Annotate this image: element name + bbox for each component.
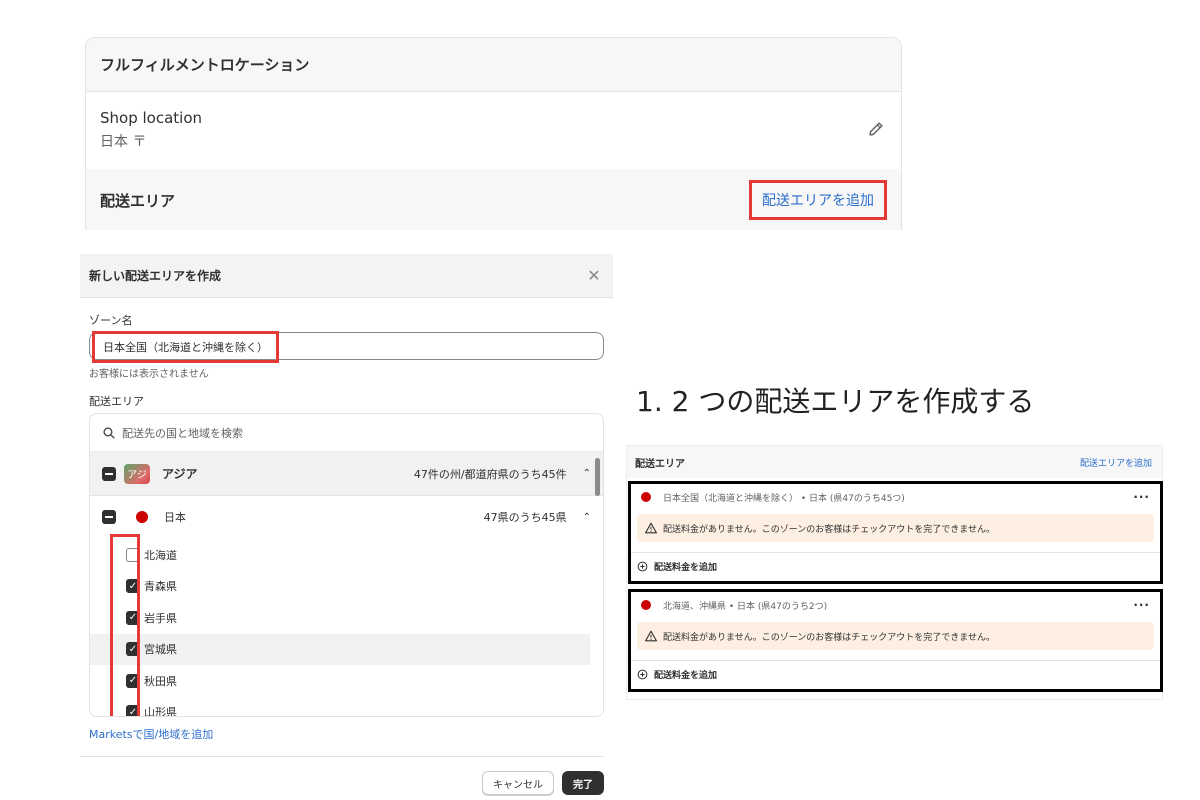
shipping-area-label: 配送エリア xyxy=(89,395,144,408)
close-icon[interactable]: ✕ xyxy=(585,266,603,285)
zone-name: 北海道、沖縄県 • 日本 (県47のうち2つ) xyxy=(663,601,828,612)
zone-card-header: 北海道、沖縄県 • 日本 (県47のうち2つ) ··· xyxy=(631,592,1160,618)
chevron-up-icon[interactable]: ⌃ xyxy=(583,512,591,523)
warning-icon xyxy=(645,630,657,642)
prefecture-name: 秋田県 xyxy=(144,674,177,688)
region-count: 47件の州/都道府県のうち45件 xyxy=(413,467,567,481)
add-rate-button[interactable]: 配送料金を追加 xyxy=(631,661,1160,688)
zone-name-value[interactable]: 日本全国（北海道と沖縄を除く） xyxy=(92,331,279,363)
prefecture-name: 岩手県 xyxy=(144,611,177,625)
warning-text: 配送料金がありません。このゾーンのお客様はチェックアウトを完了できません。 xyxy=(663,632,996,643)
panel-header: フルフィルメントロケーション xyxy=(86,38,901,92)
shop-location-row: Shop location 日本 〒 xyxy=(86,92,901,168)
warning-banner: 配送料金がありません。このゾーンのお客様はチェックアウトを完了できません。 xyxy=(637,514,1154,542)
search-placeholder: 配送先の国と地域を検索 xyxy=(122,426,243,440)
checkbox-icon[interactable]: ✓ xyxy=(126,642,140,657)
region-row-asia[interactable]: アジ アジア 47件の州/都道府県のうち45件 ⌃ xyxy=(90,452,603,496)
step-caption: 1. 2 つの配送エリアを作成する xyxy=(636,385,1035,418)
zone-card: 北海道、沖縄県 • 日本 (県47のうち2つ) ··· 配送料金がありません。こ… xyxy=(628,589,1163,692)
prefecture-name: 青森県 xyxy=(144,580,177,594)
add-rate-label: 配送料金を追加 xyxy=(654,671,718,681)
create-zone-modal: 新しい配送エリアを作成 ✕ ゾーン名 日本全国（北海道と沖縄を除く） お客様には… xyxy=(80,254,613,800)
list-item[interactable]: ✓ 秋田県 xyxy=(90,665,602,697)
checkbox-icon[interactable] xyxy=(126,547,140,562)
modal-title: 新しい配送エリアを作成 xyxy=(89,269,222,283)
result-header: 配送エリア 配送エリアを追加 xyxy=(627,446,1162,478)
list-item[interactable]: ✓ 山形県 xyxy=(90,697,602,717)
zone-section-title: 配送エリア xyxy=(100,191,176,210)
chevron-up-icon[interactable]: ⌃ xyxy=(583,468,591,479)
list-item[interactable]: ✓ 青森県 xyxy=(90,571,602,603)
checkbox-icon[interactable]: ✓ xyxy=(126,610,140,625)
pencil-icon[interactable] xyxy=(867,120,885,138)
checkbox-icon[interactable]: ✓ xyxy=(126,705,140,716)
list-item[interactable]: ✓ 宮城県 xyxy=(90,633,590,665)
shipping-zone-row: 配送エリア 配送エリアを追加 xyxy=(86,169,901,230)
done-button[interactable]: 完了 xyxy=(562,771,604,795)
more-icon[interactable]: ··· xyxy=(1133,490,1150,504)
country-count: 47県のうち45県 xyxy=(483,511,567,524)
zone-card: 日本全国（北海道と沖縄を除く） • 日本 (県47のうち45つ) ··· 配送料… xyxy=(628,481,1163,584)
shipping-zones-result-panel: 配送エリア 配送エリアを追加 日本全国（北海道と沖縄を除く） • 日本 (県47… xyxy=(626,445,1163,700)
panel-title: フルフィルメントロケーション xyxy=(100,56,310,74)
add-zone-link[interactable]: 配送エリアを追加 xyxy=(1080,456,1152,469)
country-checkbox[interactable] xyxy=(102,510,116,524)
warning-icon xyxy=(645,522,657,534)
japan-flag-icon xyxy=(641,492,651,502)
region-badge: アジ xyxy=(124,463,150,484)
prefecture-name: 山形県 xyxy=(144,706,177,717)
country-name: 日本 xyxy=(164,511,186,524)
japan-flag-icon xyxy=(641,600,651,610)
scrollbar[interactable] xyxy=(595,458,600,496)
prefecture-name: 北海道 xyxy=(144,548,177,562)
checkbox-icon[interactable]: ✓ xyxy=(126,579,140,594)
add-rate-button[interactable]: 配送料金を追加 xyxy=(631,553,1160,580)
shop-name: Shop location xyxy=(100,109,203,127)
add-rate-label: 配送料金を追加 xyxy=(654,563,718,573)
shipping-area-box: 配送先の国と地域を検索 アジ アジア 47件の州/都道府県のうち45件 ⌃ 日本… xyxy=(89,413,604,717)
modal-header: 新しい配送エリアを作成 ✕ xyxy=(80,254,613,298)
shop-address: 日本 〒 xyxy=(100,134,147,150)
warning-banner: 配送料金がありません。このゾーンのお客様はチェックアウトを完了できません。 xyxy=(637,622,1154,650)
country-search-input[interactable]: 配送先の国と地域を検索 xyxy=(90,414,603,452)
result-title: 配送エリア xyxy=(635,458,685,470)
search-icon xyxy=(103,426,115,439)
prefecture-name: 宮城県 xyxy=(144,643,177,657)
japan-flag-icon xyxy=(136,511,148,523)
add-zone-link[interactable]: 配送エリアを追加 xyxy=(749,180,887,220)
prefecture-list: 北海道 ✓ 青森県 ✓ 岩手県 ✓ 宮城県 ✓ 秋田県 ✓ 山形県 xyxy=(90,539,602,717)
checkbox-icon[interactable]: ✓ xyxy=(126,673,140,688)
zone-name-hint: お客様には表示されません xyxy=(89,369,209,380)
plus-circle-icon xyxy=(637,669,648,680)
list-item[interactable]: ✓ 岩手県 xyxy=(90,602,602,634)
region-name: アジア xyxy=(162,467,198,481)
country-row-japan[interactable]: 日本 47県のうち45県 ⌃ xyxy=(90,496,603,538)
list-item[interactable]: 北海道 xyxy=(90,539,602,571)
zone-name-label: ゾーン名 xyxy=(89,314,133,327)
fulfillment-location-panel: フルフィルメントロケーション Shop location 日本 〒 配送エリア … xyxy=(85,37,902,230)
markets-link[interactable]: Marketsで国/地域を追加 xyxy=(89,726,213,742)
modal-footer-divider xyxy=(80,756,604,757)
warning-text: 配送料金がありません。このゾーンのお客様はチェックアウトを完了できません。 xyxy=(663,524,996,535)
plus-circle-icon xyxy=(637,561,648,572)
zone-card-header: 日本全国（北海道と沖縄を除く） • 日本 (県47のうち45つ) ··· xyxy=(631,484,1160,510)
cancel-button[interactable]: キャンセル xyxy=(482,771,554,795)
more-icon[interactable]: ··· xyxy=(1133,598,1150,612)
region-checkbox[interactable] xyxy=(102,466,116,481)
zone-name: 日本全国（北海道と沖縄を除く） • 日本 (県47のうち45つ) xyxy=(663,493,905,504)
